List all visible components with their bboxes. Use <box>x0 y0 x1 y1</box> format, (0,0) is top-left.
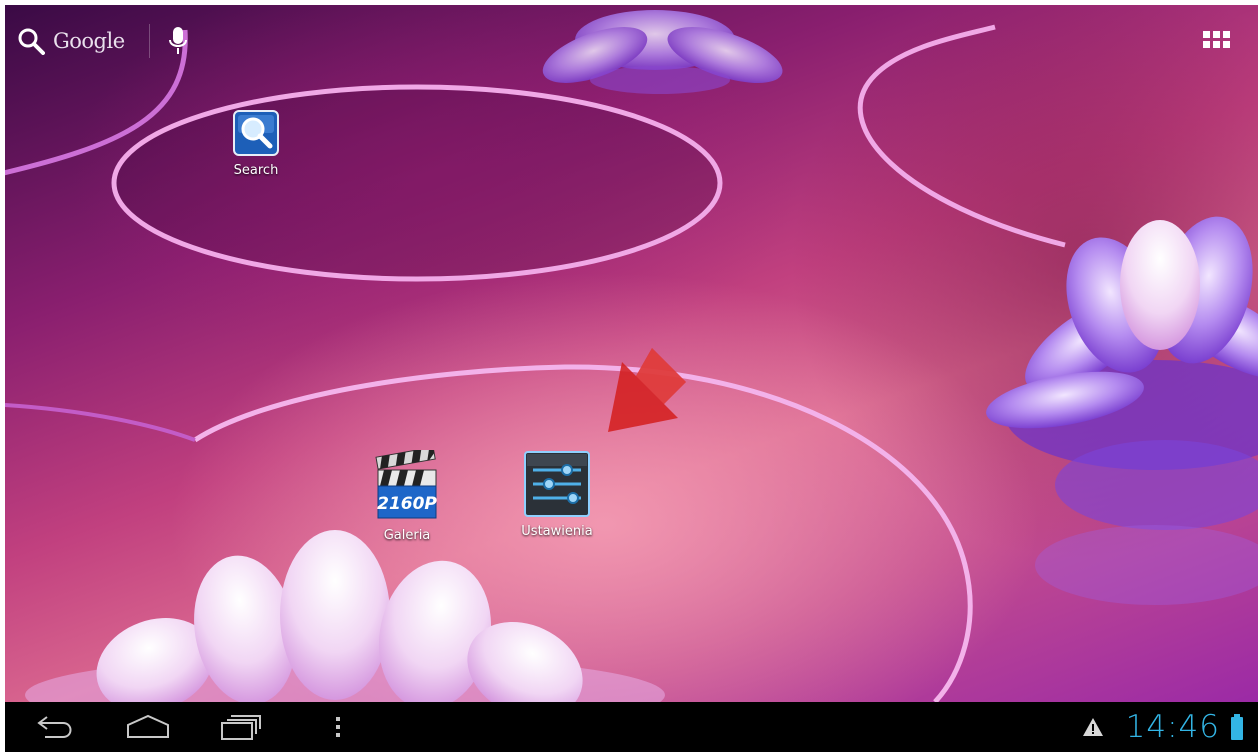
google-label: Google <box>53 29 125 53</box>
status-area[interactable]: 14:46 <box>1082 702 1244 752</box>
desktop-icon-label: Galeria <box>383 528 431 543</box>
red-arrow-icon <box>608 348 686 432</box>
apps-grid-icon <box>1203 31 1230 48</box>
desktop-icon-search[interactable]: Search <box>201 109 311 178</box>
home-button[interactable] <box>123 710 173 744</box>
tablet-screen: Google Search 2160P Galeria Ustawienia 1… <box>5 5 1258 752</box>
desktop-icon-label: Search <box>233 163 279 178</box>
desktop-icon-ustawienia[interactable]: Ustawienia <box>502 450 612 539</box>
search-divider <box>148 24 150 58</box>
clock: 14:46 <box>1125 709 1220 745</box>
overflow-menu-button[interactable] <box>323 710 353 744</box>
clapperboard-2160p-icon: 2160P <box>375 450 437 519</box>
back-icon <box>37 716 72 738</box>
recent-apps-icon <box>221 715 261 740</box>
overflow-menu-icon <box>336 717 340 737</box>
desktop-icon-label: Ustawienia <box>521 524 593 539</box>
navigation-bar: 14:46 <box>5 702 1258 752</box>
warning-icon <box>1082 718 1103 736</box>
apps-grid-button[interactable] <box>1200 25 1234 55</box>
google-search-bar[interactable]: Google <box>17 21 188 61</box>
search-app-icon <box>233 110 279 156</box>
magnifier-icon <box>18 28 45 55</box>
desktop-icon-galeria[interactable]: 2160P Galeria <box>352 450 462 543</box>
settings-sliders-icon <box>524 451 590 517</box>
battery-icon <box>1231 714 1243 740</box>
back-button[interactable] <box>31 710 79 744</box>
microphone-icon[interactable] <box>168 26 188 56</box>
home-icon <box>127 714 169 738</box>
recent-apps-button[interactable] <box>215 710 265 744</box>
galeria-badge: 2160P <box>377 494 437 514</box>
